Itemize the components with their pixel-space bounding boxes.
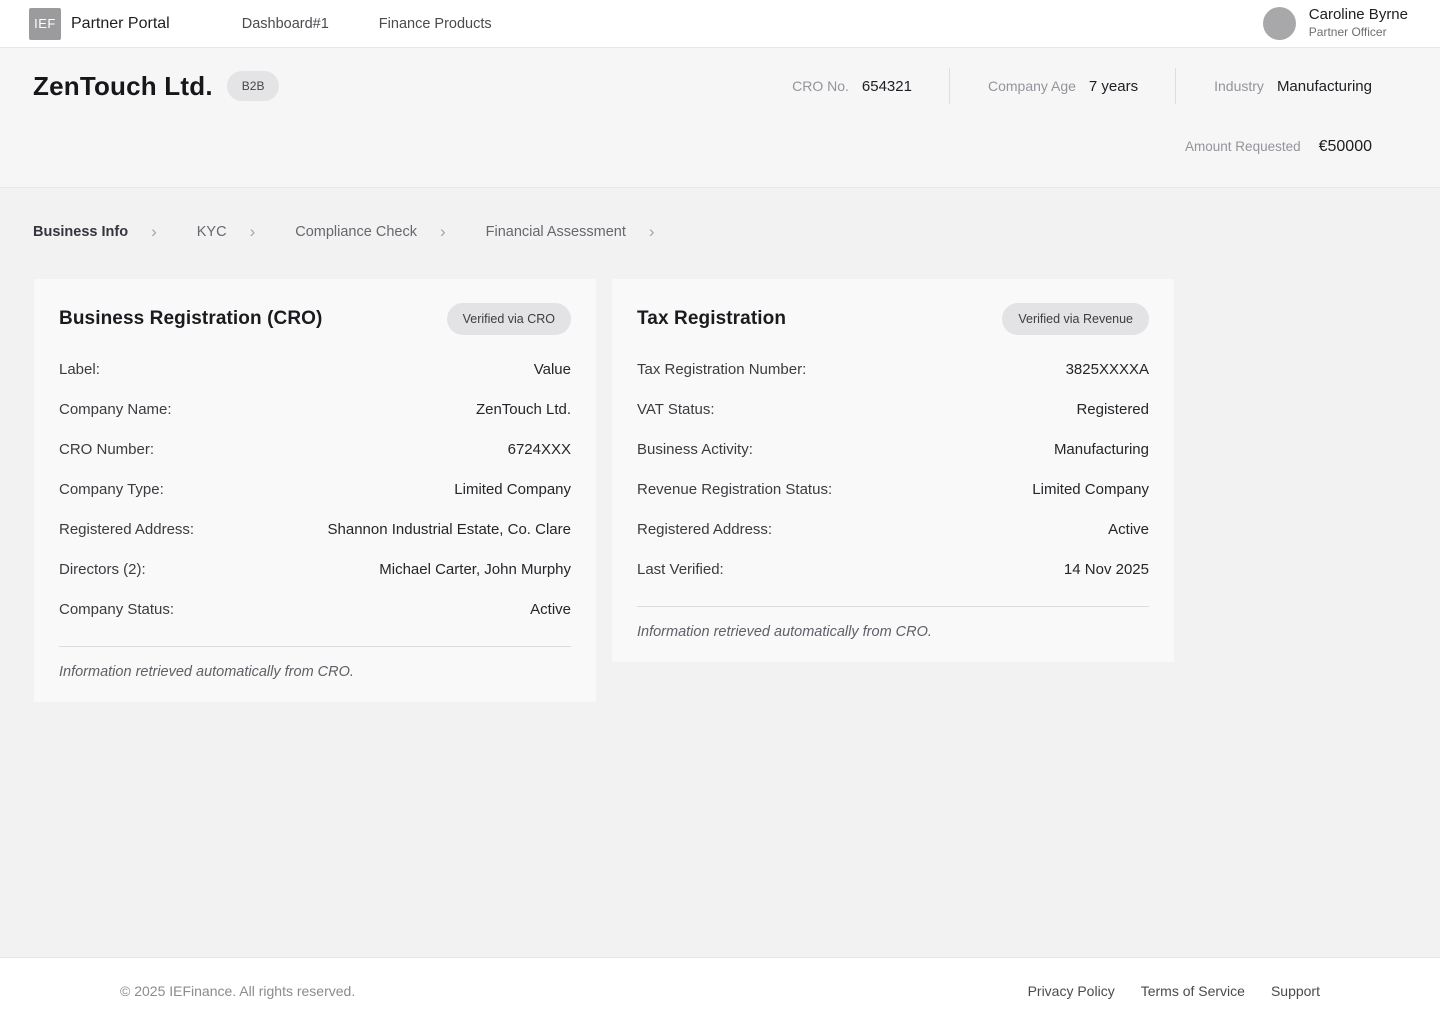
row-value: Active [530, 601, 571, 618]
nav-links: Dashboard#1 Finance Products [242, 16, 492, 32]
business-registration-card: Business Registration (CRO) Verified via… [34, 279, 596, 702]
row-label: Company Name: [59, 401, 172, 418]
copyright-text: © 2025 IEFinance. All rights reserved. [120, 983, 355, 999]
divider [637, 606, 1149, 607]
workflow-stepper: Business Info › KYC › Compliance Check ›… [0, 188, 1440, 240]
row-value: Limited Company [1032, 481, 1149, 498]
stat-cro-no: CRO No. 654321 [792, 78, 912, 95]
footer-link-privacy-policy[interactable]: Privacy Policy [1028, 983, 1115, 999]
page-title: ZenTouch Ltd. [33, 71, 213, 102]
chevron-right-icon: › [649, 223, 655, 240]
b2b-badge: B2B [227, 71, 280, 101]
divider [59, 646, 571, 647]
row-value: 6724XXX [508, 441, 571, 458]
row-label: Company Type: [59, 481, 164, 498]
stat-value: 654321 [862, 78, 912, 95]
table-row: Business Activity: Manufacturing [637, 429, 1149, 469]
status-badge: Verified via CRO [447, 303, 571, 335]
footer-link-terms-of-service[interactable]: Terms of Service [1141, 983, 1245, 999]
stat-value: 7 years [1089, 78, 1138, 95]
step-business-info[interactable]: Business Info [33, 224, 128, 240]
row-value: Manufacturing [1054, 441, 1149, 458]
main-content: Business Info › KYC › Compliance Check ›… [0, 188, 1440, 957]
row-label: VAT Status: [637, 401, 715, 418]
cards-container: Business Registration (CRO) Verified via… [34, 279, 1406, 702]
table-row: Directors (2): Michael Carter, John Murp… [59, 549, 571, 589]
amount-requested-value: €50000 [1319, 138, 1372, 156]
card-title: Tax Registration [637, 308, 786, 330]
card-note: Information retrieved automatically from… [59, 664, 571, 680]
card-note: Information retrieved automatically from… [637, 624, 1149, 640]
table-row: Company Status: Active [59, 589, 571, 629]
row-value: Registered [1076, 401, 1149, 418]
row-value: Active [1108, 521, 1149, 538]
avatar[interactable] [1263, 7, 1296, 40]
stat-label: Company Age [988, 78, 1076, 94]
app-logo[interactable]: IEF [29, 8, 61, 40]
row-label: Last Verified: [637, 561, 724, 578]
chevron-right-icon: › [250, 223, 256, 240]
chevron-right-icon: › [151, 223, 157, 240]
row-label: Label: [59, 361, 100, 378]
row-value: Limited Company [454, 481, 571, 498]
stat-label: Industry [1214, 78, 1264, 94]
user-name: Caroline Byrne [1309, 6, 1408, 25]
brand-title: Partner Portal [71, 15, 170, 33]
footer: © 2025 IEFinance. All rights reserved. P… [0, 957, 1440, 1024]
divider [949, 68, 950, 104]
top-nav: IEF Partner Portal Dashboard#1 Finance P… [0, 0, 1440, 48]
step-compliance-check[interactable]: Compliance Check [295, 224, 417, 240]
user-role: Partner Officer [1309, 25, 1408, 41]
user-info: Caroline Byrne Partner Officer [1309, 6, 1408, 40]
row-label: CRO Number: [59, 441, 154, 458]
tax-registration-card: Tax Registration Verified via Revenue Ta… [612, 279, 1174, 662]
card-title: Business Registration (CRO) [59, 308, 322, 330]
table-row: VAT Status: Registered [637, 389, 1149, 429]
row-label: Registered Address: [59, 521, 194, 538]
table-row: Registered Address: Active [637, 509, 1149, 549]
row-value: Michael Carter, John Murphy [379, 561, 571, 578]
footer-links: Privacy Policy Terms of Service Support [1028, 983, 1320, 999]
table-row: Last Verified: 14 Nov 2025 [637, 549, 1149, 589]
row-label: Revenue Registration Status: [637, 481, 832, 498]
row-value: 14 Nov 2025 [1064, 561, 1149, 578]
row-label: Business Activity: [637, 441, 753, 458]
stat-value: Manufacturing [1277, 78, 1372, 95]
row-label: Company Status: [59, 601, 174, 618]
row-value: Value [534, 361, 571, 378]
table-row: Tax Registration Number: 3825XXXXA [637, 349, 1149, 389]
user-menu[interactable]: Caroline Byrne Partner Officer [1263, 6, 1408, 40]
divider [1175, 68, 1176, 104]
nav-link-finance-products[interactable]: Finance Products [379, 16, 492, 32]
row-value: ZenTouch Ltd. [476, 401, 571, 418]
row-label: Tax Registration Number: [637, 361, 806, 378]
stat-industry: Industry Manufacturing [1214, 78, 1372, 95]
nav-link-dashboard[interactable]: Dashboard#1 [242, 16, 329, 32]
table-row: Company Name: ZenTouch Ltd. [59, 389, 571, 429]
stat-label: CRO No. [792, 78, 849, 94]
stat-company-age: Company Age 7 years [988, 78, 1138, 95]
row-label: Directors (2): [59, 561, 146, 578]
row-value: 3825XXXXA [1066, 361, 1149, 378]
table-row: Company Type: Limited Company [59, 469, 571, 509]
step-kyc[interactable]: KYC [197, 224, 227, 240]
row-label: Registered Address: [637, 521, 772, 538]
footer-link-support[interactable]: Support [1271, 983, 1320, 999]
table-row: Registered Address: Shannon Industrial E… [59, 509, 571, 549]
table-row: CRO Number: 6724XXX [59, 429, 571, 469]
company-header: ZenTouch Ltd. B2B CRO No. 654321 Company… [0, 48, 1440, 188]
amount-requested-label: Amount Requested [1185, 139, 1301, 154]
row-value: Shannon Industrial Estate, Co. Clare [328, 521, 571, 538]
table-row: Revenue Registration Status: Limited Com… [637, 469, 1149, 509]
status-badge: Verified via Revenue [1002, 303, 1149, 335]
step-financial-assessment[interactable]: Financial Assessment [486, 224, 626, 240]
chevron-right-icon: › [440, 223, 446, 240]
table-row: Label: Value [59, 349, 571, 389]
company-stats: CRO No. 654321 Company Age 7 years Indus… [792, 68, 1372, 104]
